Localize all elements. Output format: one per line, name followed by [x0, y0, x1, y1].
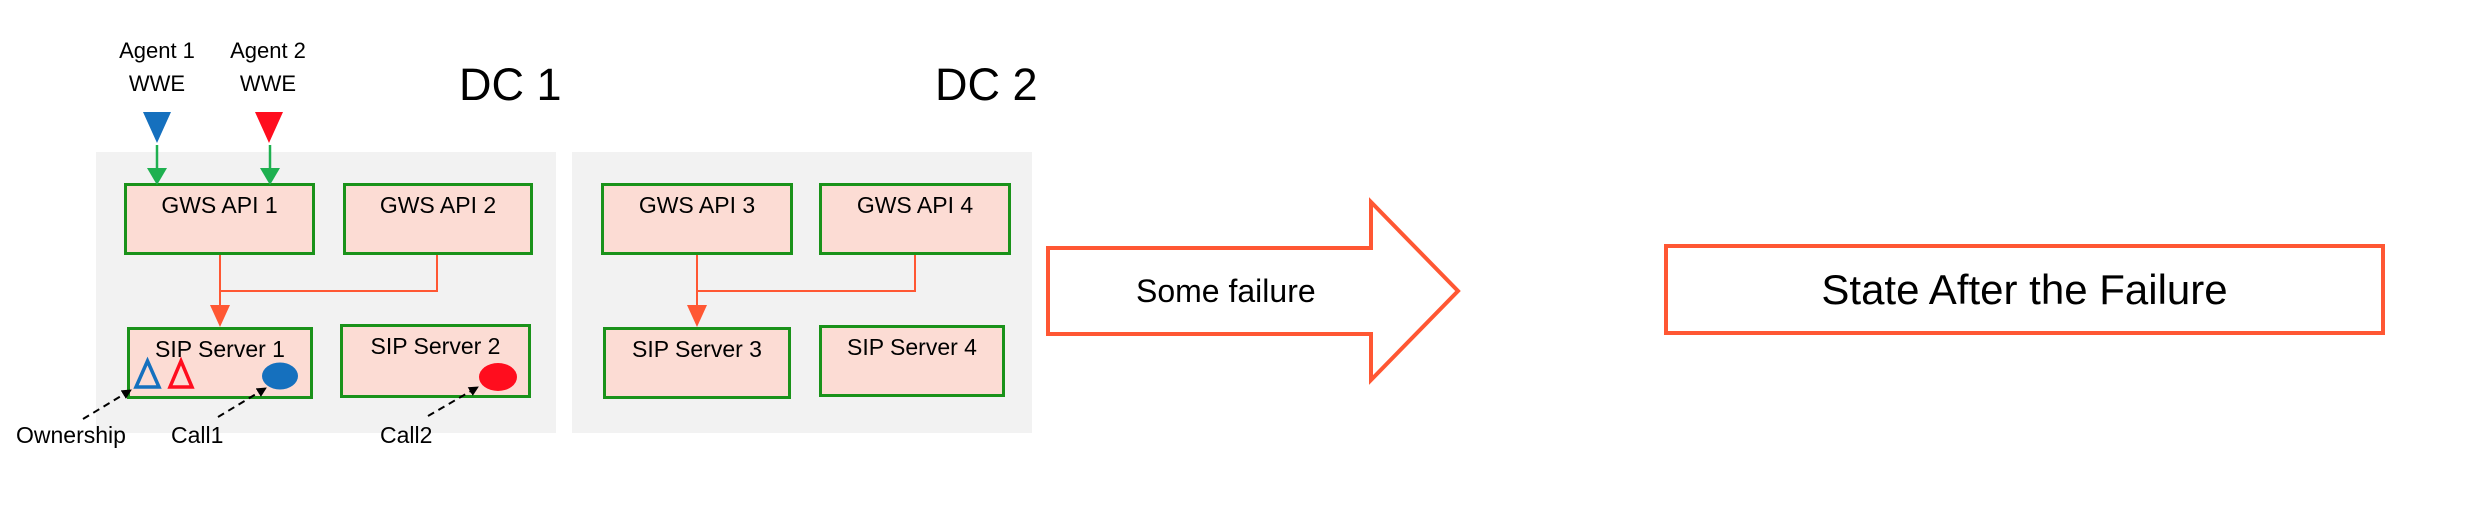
sip-server-4-label: SIP Server 4 [847, 334, 977, 360]
gws-api-3-box[interactable]: GWS API 3 [601, 183, 793, 255]
agent-2-app: WWE [239, 71, 297, 96]
agent-1-label: Agent 1 WWE [97, 34, 217, 100]
agent-2-name: Agent 2 [230, 38, 306, 63]
sip-server-2-box[interactable]: SIP Server 2 [340, 324, 531, 398]
gws-api-3-label: GWS API 3 [638, 192, 756, 218]
agent-2-icon [255, 112, 283, 143]
gws-api-2-box[interactable]: GWS API 2 [343, 183, 533, 255]
dc1-label: DC 1 [459, 59, 562, 110]
sip-server-3-label: SIP Server 3 [632, 336, 762, 362]
agent-2-label: Agent 2 WWE [208, 34, 328, 100]
sip-server-3-box[interactable]: SIP Server 3 [603, 327, 791, 399]
state-after-failure-label: State After the Failure [1821, 265, 2228, 313]
gws-api-4-label: GWS API 4 [856, 192, 974, 218]
agent-1-app: WWE [128, 71, 186, 96]
sip-server-2-label: SIP Server 2 [370, 333, 501, 359]
gws-api-1-label: GWS API 1 [161, 192, 278, 218]
call2-label: Call2 [380, 422, 433, 448]
gws-api-4-box[interactable]: GWS API 4 [819, 183, 1011, 255]
agent-1-name: Agent 1 [119, 38, 195, 63]
gws-api-2-label: GWS API 2 [379, 192, 497, 218]
sip-server-4-box[interactable]: SIP Server 4 [819, 325, 1005, 397]
failure-transition-label: Some failure [1136, 273, 1316, 309]
state-after-failure-box: State After the Failure [1664, 244, 2385, 335]
sip-server-1-box[interactable]: SIP Server 1 [127, 327, 313, 399]
ownership-label: Ownership [16, 422, 126, 448]
gws-api-1-box[interactable]: GWS API 1 [124, 183, 315, 255]
dc2-label: DC 2 [935, 59, 1038, 110]
agent-1-icon [143, 112, 171, 143]
call1-label: Call1 [171, 422, 224, 448]
sip-server-1-label: SIP Server 1 [155, 336, 285, 362]
